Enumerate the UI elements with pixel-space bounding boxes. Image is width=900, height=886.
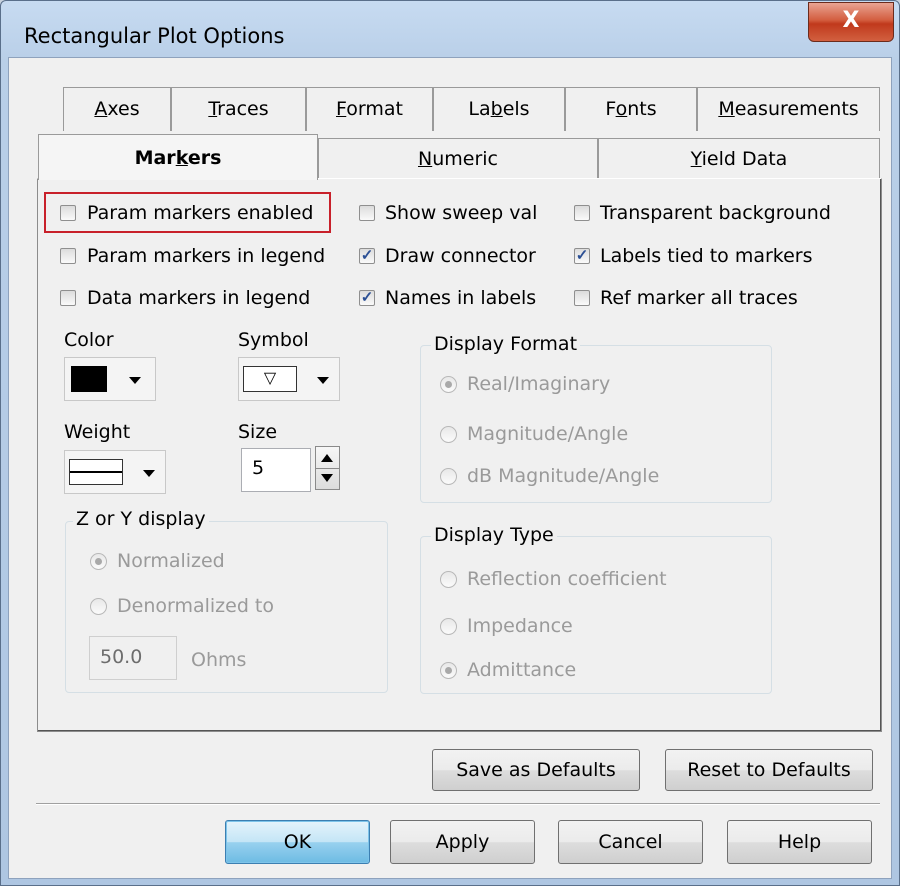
ref-marker-all-traces-checkbox[interactable] — [574, 290, 590, 306]
db-magnitude-angle-radio[interactable] — [440, 468, 457, 485]
apply-button[interactable]: Apply — [390, 820, 535, 864]
tab-axes[interactable]: Axes — [63, 87, 171, 131]
cancel-button[interactable]: Cancel — [558, 820, 703, 864]
size-label: Size — [238, 421, 278, 443]
transparent-background-label: Transparent background — [600, 202, 831, 224]
display-format-title: Display Format — [431, 333, 581, 355]
tab-numeric[interactable]: Numeric — [318, 138, 598, 178]
show-sweep-val-label: Show sweep val — [385, 202, 538, 224]
param-markers-enabled-label: Param markers enabled — [87, 202, 314, 224]
display-type-title: Display Type — [431, 524, 557, 546]
tab-yield-data[interactable]: Yield Data — [598, 138, 880, 178]
close-button[interactable]: X — [808, 2, 894, 42]
line-weight-preview — [69, 459, 123, 485]
reset-to-defaults-button[interactable]: Reset to Defaults — [665, 749, 873, 791]
spin-down-icon[interactable] — [321, 474, 333, 482]
db-magnitude-angle-label: dB Magnitude/Angle — [467, 465, 660, 487]
magnitude-angle-radio[interactable] — [440, 426, 457, 443]
admittance-radio[interactable] — [440, 662, 457, 679]
admittance-label: Admittance — [467, 659, 577, 681]
denormalized-radio[interactable] — [90, 598, 107, 615]
save-as-defaults-button[interactable]: Save as Defaults — [432, 749, 640, 791]
weight-dropdown[interactable] — [64, 450, 166, 494]
window-title: Rectangular Plot Options — [24, 24, 285, 48]
color-swatch — [71, 366, 107, 392]
ok-button[interactable]: OK — [225, 820, 370, 864]
tab-traces[interactable]: Traces — [171, 87, 306, 131]
tab-format[interactable]: Format — [306, 87, 433, 131]
tab-fonts[interactable]: Fonts — [565, 87, 697, 131]
names-in-labels-label: Names in labels — [385, 287, 537, 309]
color-dropdown[interactable] — [64, 357, 156, 401]
ref-marker-all-traces-label: Ref marker all traces — [600, 287, 798, 309]
magnitude-angle-label: Magnitude/Angle — [467, 423, 629, 445]
real-imaginary-radio[interactable] — [440, 376, 457, 393]
symbol-dropdown[interactable]: ▽ — [238, 357, 340, 401]
data-markers-in-legend-checkbox[interactable] — [60, 290, 76, 306]
separator-line — [36, 803, 880, 805]
tab-measurements[interactable]: Measurements — [697, 87, 880, 131]
z-or-y-display-title: Z or Y display — [73, 508, 209, 530]
show-sweep-val-checkbox[interactable] — [359, 205, 375, 221]
param-markers-in-legend-checkbox[interactable] — [60, 248, 76, 264]
param-markers-in-legend-label: Param markers in legend — [87, 245, 326, 267]
impedance-radio[interactable] — [440, 618, 457, 635]
ohms-input[interactable]: 50.0 — [89, 636, 177, 680]
labels-tied-to-markers-checkbox[interactable]: ✓ — [574, 248, 590, 264]
color-label: Color — [64, 329, 114, 351]
reflection-coefficient-radio[interactable] — [440, 571, 457, 588]
help-button[interactable]: Help — [727, 820, 872, 864]
tab-labels[interactable]: Labels — [433, 87, 565, 131]
labels-tied-to-markers-label: Labels tied to markers — [600, 245, 813, 267]
size-spinner[interactable] — [315, 446, 340, 490]
data-markers-in-legend-label: Data markers in legend — [87, 287, 311, 309]
impedance-label: Impedance — [467, 615, 573, 637]
spin-up-icon[interactable] — [321, 454, 333, 462]
triangle-down-icon: ▽ — [243, 366, 297, 392]
tab-markers[interactable]: Markers — [38, 134, 318, 180]
transparent-background-checkbox[interactable] — [574, 205, 590, 221]
names-in-labels-checkbox[interactable]: ✓ — [359, 290, 375, 306]
chevron-down-icon — [143, 470, 155, 477]
reflection-coefficient-label: Reflection coefficient — [467, 568, 667, 590]
denormalized-label: Denormalized to — [117, 595, 275, 617]
normalized-label: Normalized — [117, 550, 225, 572]
draw-connector-checkbox[interactable]: ✓ — [359, 248, 375, 264]
real-imaginary-label: Real/Imaginary — [467, 373, 611, 395]
normalized-radio[interactable] — [90, 553, 107, 570]
symbol-label: Symbol — [238, 329, 309, 351]
size-input[interactable]: 5 — [241, 448, 311, 492]
weight-label: Weight — [64, 421, 131, 443]
chevron-down-icon — [317, 377, 329, 384]
param-markers-enabled-checkbox[interactable] — [60, 205, 76, 221]
chevron-down-icon — [129, 377, 141, 384]
draw-connector-label: Draw connector — [385, 245, 536, 267]
ohms-unit-label: Ohms — [191, 649, 247, 671]
